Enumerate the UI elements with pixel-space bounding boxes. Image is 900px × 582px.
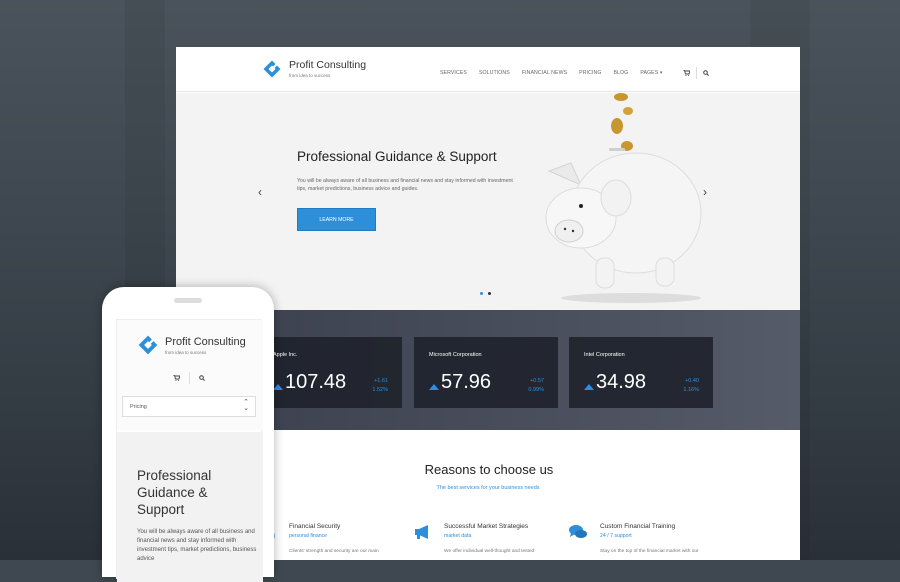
- logo-icon: [263, 60, 281, 78]
- search-icon[interactable]: [702, 70, 709, 76]
- nav-pricing[interactable]: PRICING: [579, 70, 601, 76]
- brand-title: Profit Consulting: [165, 335, 246, 348]
- mobile-preview: Profit Consulting from idea to success P…: [102, 287, 274, 582]
- stock-change: +1.61 1.52%: [372, 378, 388, 393]
- brand-title: Profit Consulting: [289, 59, 367, 71]
- divider: [189, 372, 190, 384]
- stock-card-apple: Apple Inc. 107.48 +1.61 1.52%: [258, 337, 402, 408]
- slider-dot-2[interactable]: [488, 292, 491, 295]
- stock-change: +0.40 1.16%: [683, 378, 699, 393]
- arrow-up-icon: [584, 383, 594, 390]
- nav-pages[interactable]: PAGES ▾: [640, 70, 662, 76]
- mobile-screen: Profit Consulting from idea to success P…: [116, 319, 263, 582]
- slider-prev-arrow[interactable]: ‹: [258, 185, 262, 199]
- select-chevron-icon: ⌃ ⌄: [243, 399, 249, 412]
- stock-card-microsoft: Microsoft Corporation 57.96 +0.57 0.99%: [414, 337, 558, 408]
- hero-text: You will be always aware of all business…: [297, 178, 513, 192]
- nav-blog[interactable]: BLOG: [613, 70, 628, 76]
- stock-change: +0.57 0.99%: [528, 378, 544, 393]
- mobile-nav-select[interactable]: Pricing ⌃ ⌄: [122, 396, 256, 417]
- stock-card-intel: Intel Corporation 34.98 +0.40 1.16%: [569, 337, 713, 408]
- cart-icon[interactable]: [682, 70, 690, 76]
- mobile-logo[interactable]: Profit Consulting from idea to success: [137, 334, 246, 356]
- mobile-hero-text: You will be always aware of all business…: [137, 529, 257, 562]
- stock-price: 57.96: [429, 371, 491, 394]
- hero-slider: ‹ Professional Guidance & Support You wi…: [176, 93, 800, 310]
- learn-more-button[interactable]: LEARN MORE: [297, 208, 376, 231]
- main-nav: SERVICES SOLUTIONS FINANCIAL NEWS PRICIN…: [440, 67, 709, 79]
- slider-dots: [480, 292, 491, 295]
- hero-title: Professional Guidance & Support: [297, 149, 497, 164]
- arrow-up-icon: [273, 383, 283, 390]
- logo-icon: [138, 335, 158, 355]
- search-icon[interactable]: [199, 375, 205, 381]
- site-header: Profit Consulting from idea to success S…: [176, 47, 800, 92]
- nav-financial-news[interactable]: FINANCIAL NEWS: [522, 70, 567, 76]
- slider-dot-1[interactable]: [480, 292, 483, 295]
- nav-services[interactable]: SERVICES: [440, 70, 467, 76]
- mobile-icons: [173, 372, 205, 384]
- stock-name: Microsoft Corporation: [429, 352, 482, 358]
- stock-name: Intel Corporation: [584, 352, 625, 358]
- chat-icon: [569, 525, 587, 538]
- phone-speaker: [174, 298, 202, 303]
- feature-financial-training: Custom Financial Training 24 / 7 support…: [600, 523, 699, 554]
- arrow-up-icon: [429, 383, 439, 390]
- brand-tagline: from idea to success: [165, 349, 207, 355]
- mobile-hero-title: Professional Guidance & Support: [137, 468, 212, 517]
- brand-tagline: from idea to success: [289, 73, 331, 78]
- logo[interactable]: Profit Consulting from idea to success: [262, 59, 366, 79]
- nav-solutions[interactable]: SOLUTIONS: [479, 70, 510, 76]
- stock-price: 34.98: [584, 371, 646, 394]
- mobile-header: Profit Consulting from idea to success P…: [117, 320, 263, 430]
- stock-price: 107.48: [273, 371, 346, 394]
- piggy-bank-image: [545, 93, 702, 303]
- cart-icon[interactable]: [173, 375, 180, 381]
- stock-name: Apple Inc.: [273, 352, 298, 358]
- slider-next-arrow[interactable]: ›: [703, 185, 707, 199]
- divider: [695, 67, 697, 79]
- megaphone-icon: [415, 525, 428, 539]
